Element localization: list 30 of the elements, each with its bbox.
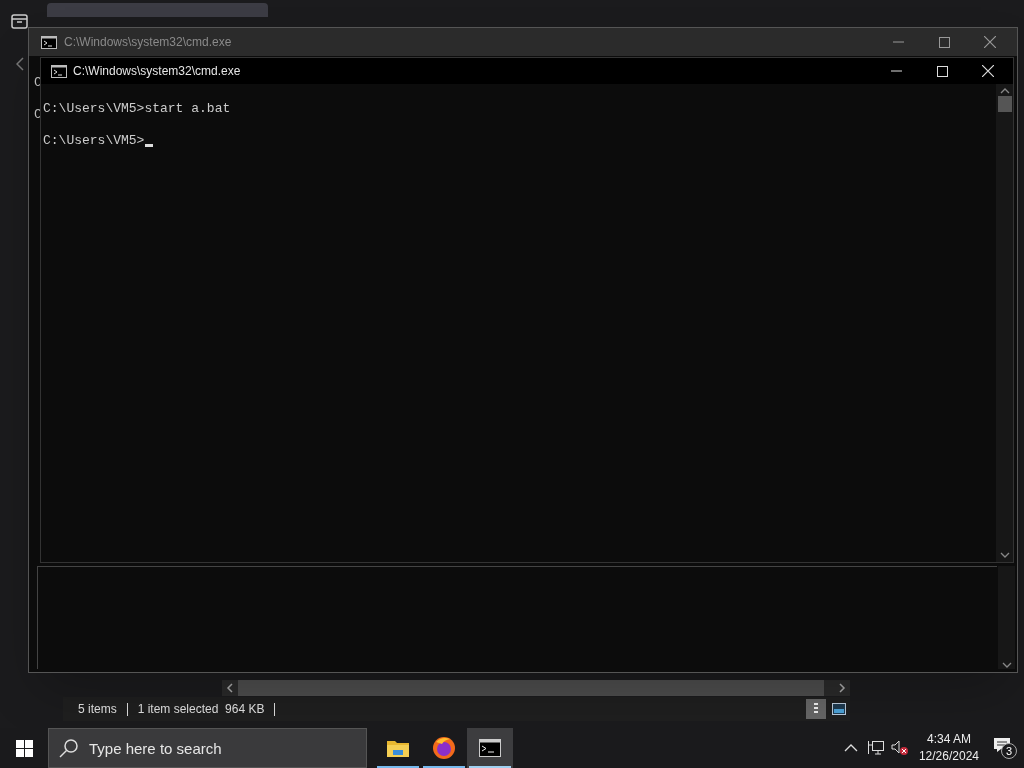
archive-icon[interactable]: [11, 14, 28, 29]
scroll-up-icon[interactable]: [999, 86, 1010, 96]
window-title: C:\Windows\system32\cmd.exe: [64, 34, 233, 51]
window-title: C:\Windows\system32\cmd.exe: [73, 63, 242, 80]
scroll-down-icon[interactable]: [999, 550, 1010, 560]
console-line: C:\Users\VM5>: [43, 133, 145, 149]
windows-logo-icon: [15, 739, 33, 757]
chevron-up-icon[interactable]: [843, 743, 858, 753]
muted-speaker-icon[interactable]: [890, 740, 909, 756]
notifications-button[interactable]: 3: [993, 737, 1015, 759]
network-icon[interactable]: [867, 740, 884, 756]
folder-icon: [387, 739, 409, 757]
console-icon: [41, 35, 57, 49]
clock-date[interactable]: 12/26/2024: [918, 748, 979, 765]
status-text: 5 items: [78, 701, 117, 718]
clock-time[interactable]: 4:34 AM: [926, 731, 971, 748]
console-icon: [479, 739, 501, 757]
details-view-icon[interactable]: [806, 699, 826, 719]
scrollbar-thumb[interactable]: [997, 96, 1012, 112]
search-icon: [59, 738, 79, 758]
console-line: C:\Users\VM5>start a.bat: [43, 101, 231, 117]
notification-count: 3: [1001, 743, 1017, 759]
taskbar-app-button[interactable]: [467, 728, 513, 768]
status-text: 1 item selected 964 KB: [137, 701, 265, 718]
search-field[interactable]: Type here to search: [48, 728, 367, 768]
scroll-down-icon[interactable]: [1001, 661, 1012, 669]
console-icon: [51, 64, 67, 78]
preview-view-icon[interactable]: [832, 703, 846, 715]
browser-icon: [432, 736, 456, 760]
text-cursor: [145, 144, 154, 147]
